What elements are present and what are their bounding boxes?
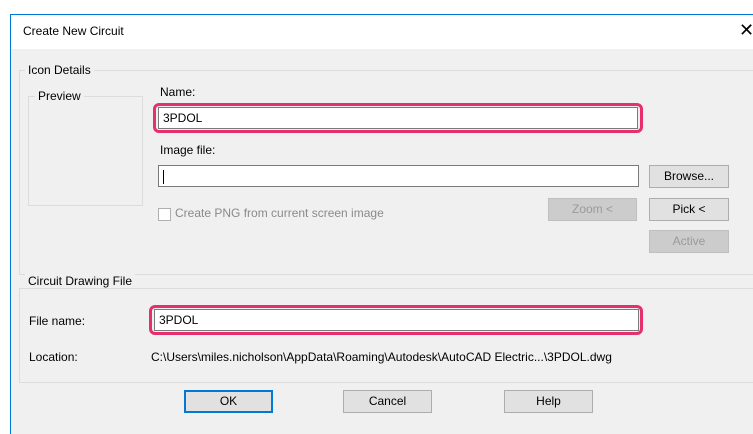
name-highlight	[153, 103, 643, 133]
preview-group	[28, 96, 143, 206]
title-bar: Create New Circuit ✕	[11, 15, 753, 49]
window-title: Create New Circuit	[23, 24, 124, 38]
circuit-drawing-file-legend: Circuit Drawing File	[25, 274, 136, 288]
text-caret	[163, 169, 164, 184]
image-file-input[interactable]	[158, 165, 639, 187]
zoom-button[interactable]: Zoom <	[548, 198, 637, 221]
ok-button[interactable]: OK	[184, 390, 273, 413]
cancel-button[interactable]: Cancel	[343, 390, 432, 413]
create-new-circuit-dialog: Create New Circuit ✕ Icon Details Previe…	[10, 14, 753, 434]
file-name-highlight	[149, 305, 643, 335]
help-button[interactable]: Help	[504, 390, 593, 413]
icon-details-legend: Icon Details	[25, 63, 94, 77]
name-label: Name:	[160, 85, 196, 99]
image-file-label: Image file:	[160, 143, 216, 157]
pick-button[interactable]: Pick <	[649, 198, 729, 221]
close-icon[interactable]: ✕	[739, 20, 753, 41]
file-name-label: File name:	[29, 314, 86, 328]
preview-legend: Preview	[35, 89, 84, 103]
circuit-drawing-file-group	[19, 288, 753, 383]
browse-button[interactable]: Browse...	[649, 165, 729, 188]
create-png-label: Create PNG from current screen image	[175, 206, 384, 220]
location-value: C:\Users\miles.nicholson\AppData\Roaming…	[151, 350, 612, 364]
create-png-checkbox[interactable]	[158, 208, 171, 221]
active-button[interactable]: Active	[649, 230, 729, 253]
location-label: Location:	[29, 350, 78, 364]
